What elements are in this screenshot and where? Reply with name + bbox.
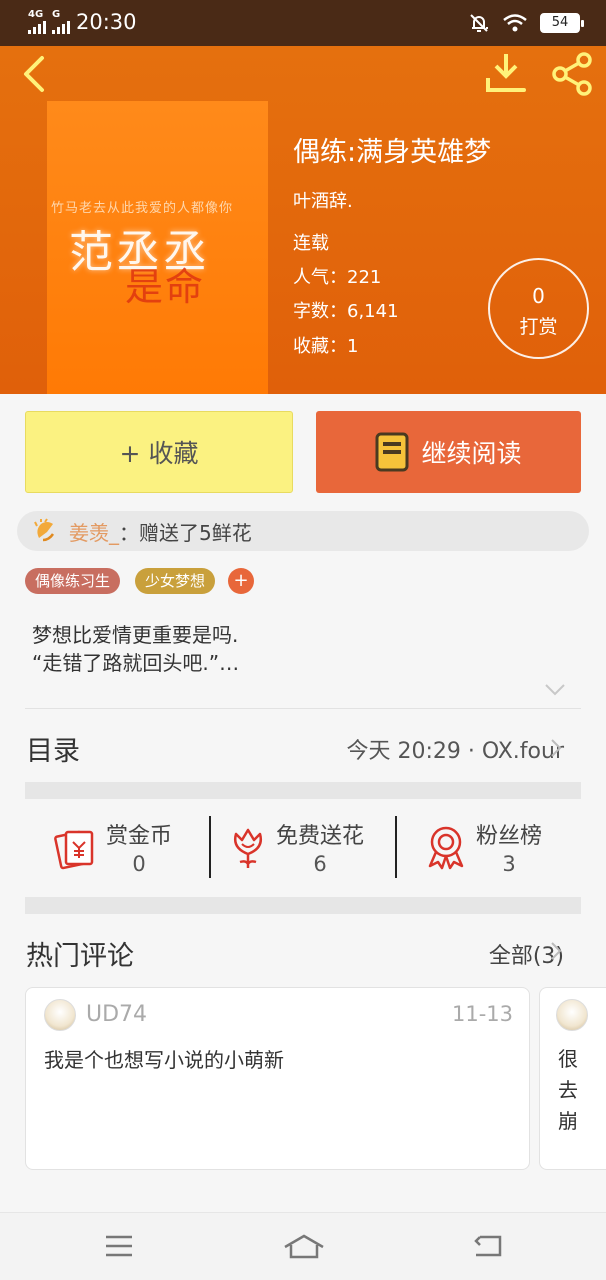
comment-card[interactable]: 很去崩: [539, 987, 606, 1170]
book-author[interactable]: 叶酒辞.: [293, 187, 353, 213]
reward-label: 打赏: [519, 316, 558, 338]
section-band: [25, 897, 581, 914]
book-word-count: 字数：6,141: [293, 301, 399, 322]
stat-fan-ranking[interactable]: 粉丝榜 3: [424, 818, 542, 876]
back-icon[interactable]: [472, 1233, 504, 1259]
comment-date: 11-13: [451, 1002, 513, 1026]
signal-icon: [52, 20, 70, 34]
reward-count: 0: [532, 284, 545, 308]
red-envelope-icon: [54, 830, 94, 870]
download-icon[interactable]: [482, 50, 530, 96]
continue-reading-label: 继续阅读: [421, 439, 522, 468]
stat-value: 0: [132, 852, 146, 876]
intro-line-2: “走错了路就回头吧.”…: [32, 651, 240, 675]
stat-free-flowers[interactable]: 免费送花 6: [228, 818, 364, 876]
book-favorites: 收藏：1: [293, 336, 359, 357]
expand-chevron-icon[interactable]: [544, 683, 566, 697]
comment-text: 我是个也想写小说的小萌新: [44, 1048, 284, 1072]
gift-notice[interactable]: 姜羡_ ：赠送了5鲜花: [17, 511, 589, 551]
book-popularity: 人气：221: [293, 267, 382, 288]
toc-title: 目录: [26, 736, 80, 767]
favorite-label: + 收藏: [119, 439, 199, 468]
book-title: 偶练:满身英雄梦: [293, 137, 492, 168]
intro-line-1: 梦想比爱情更重要是吗.: [32, 623, 239, 647]
book-cover[interactable]: 竹马老去从此我爱的人都像你 范丞丞 是命: [47, 101, 268, 394]
divider: [25, 708, 581, 709]
cover-subtitle: 竹马老去从此我爱的人都像你: [51, 201, 234, 216]
status-bar: 4G G 20:30 54: [0, 0, 606, 46]
book-icon: [375, 432, 409, 472]
stat-value: 6: [313, 852, 327, 876]
battery-icon: 54: [540, 13, 584, 33]
separator: [209, 816, 211, 878]
section-band: [25, 782, 581, 799]
signal-icon: [28, 20, 46, 34]
back-arrow-icon[interactable]: [14, 52, 54, 96]
comments-chevron-right-icon[interactable]: [550, 941, 562, 961]
book-header: 竹马老去从此我爱的人都像你 范丞丞 是命 偶练:满身英雄梦 叶酒辞. 连载 人气…: [0, 46, 606, 394]
separator: [395, 816, 397, 878]
hot-comments-title: 热门评论: [26, 941, 134, 972]
toc-chevron-right-icon[interactable]: [550, 738, 562, 758]
comment-text: 很去崩: [558, 1047, 578, 1133]
system-nav-bar: [0, 1212, 606, 1280]
avatar[interactable]: [44, 999, 76, 1031]
stat-label: 免费送花: [276, 824, 365, 849]
silent-bell-icon: [470, 14, 488, 32]
continue-reading-button[interactable]: 继续阅读: [316, 411, 581, 493]
stat-label: 粉丝榜: [476, 824, 543, 849]
cover-red-text: 是命: [125, 265, 206, 309]
tag-girl-dream[interactable]: 少女梦想: [135, 568, 216, 594]
share-icon[interactable]: [548, 50, 596, 98]
reward-button[interactable]: 0 打赏: [488, 258, 589, 359]
gift-user[interactable]: 姜羡_: [69, 517, 119, 546]
avatar[interactable]: [556, 999, 588, 1031]
book-status: 连载: [293, 233, 329, 254]
stat-value: 3: [502, 852, 516, 876]
comment-card[interactable]: UD74 11-13 我是个也想写小说的小萌新: [25, 987, 530, 1170]
add-tag-button[interactable]: +: [228, 568, 254, 594]
menu-icon[interactable]: [104, 1233, 134, 1259]
wifi-icon: [503, 14, 527, 32]
flower-gift-icon: [34, 518, 55, 542]
tag-idol-trainee[interactable]: 偶像练习生: [25, 568, 121, 594]
book-intro[interactable]: 梦想比爱情更重要是吗. “走错了路就回头吧.”…: [32, 621, 239, 677]
gift-text: ：赠送了5鲜花: [119, 520, 252, 545]
comment-user[interactable]: UD74: [86, 1002, 147, 1027]
toc-latest-chapter[interactable]: 今天 20:29 · OX.four: [346, 733, 564, 765]
favorite-button[interactable]: + 收藏: [25, 411, 293, 493]
stat-gold-coins[interactable]: 赏金币 0: [52, 818, 172, 876]
flower-icon: [234, 828, 262, 868]
stat-label: 赏金币: [106, 824, 173, 849]
clock: 20:30: [76, 10, 137, 34]
network-type-1: 4G: [28, 9, 44, 20]
network-type-2: G: [52, 9, 61, 20]
home-icon[interactable]: [283, 1233, 325, 1261]
medal-icon: [428, 826, 464, 870]
